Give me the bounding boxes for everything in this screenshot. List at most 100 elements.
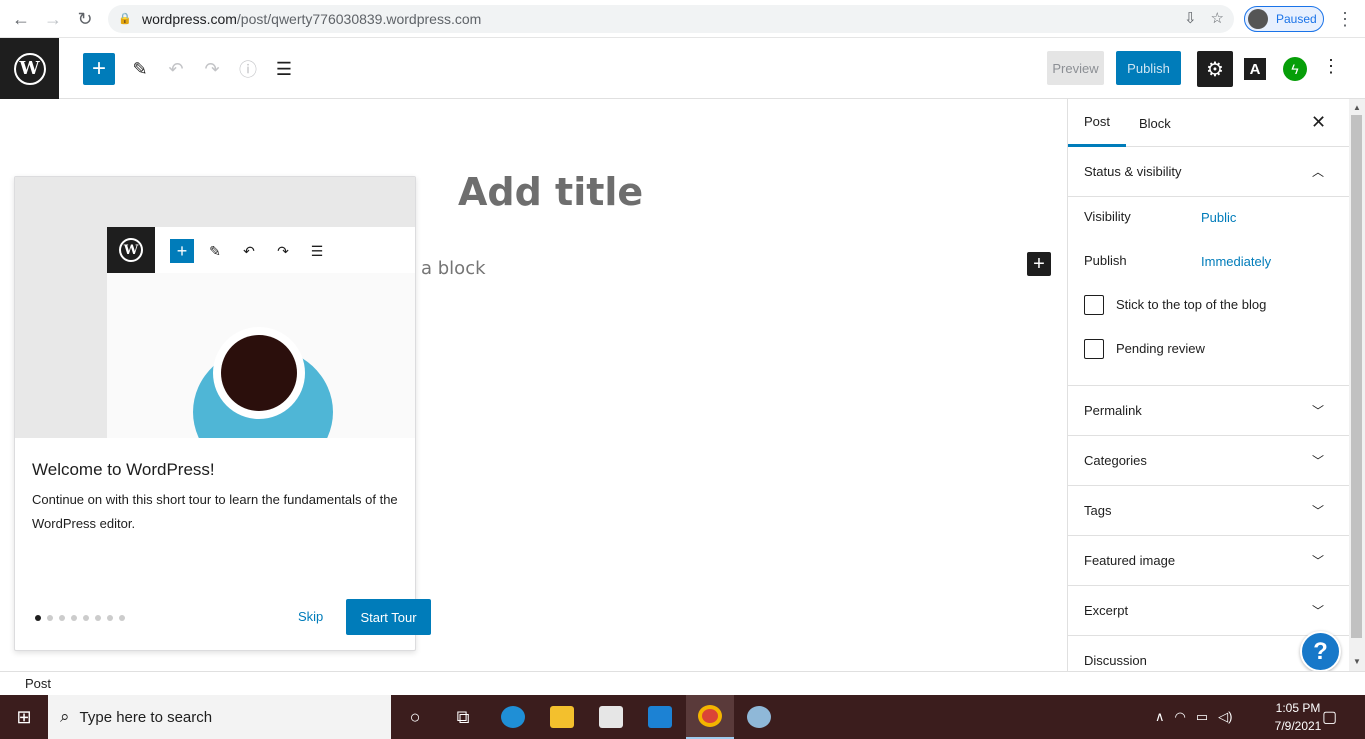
mockup-logo: W	[107, 227, 155, 273]
edge-icon[interactable]	[489, 695, 537, 739]
panel-status-visibility[interactable]: Status & visibility ︿	[1068, 147, 1349, 197]
tab-block[interactable]: Block	[1123, 99, 1187, 147]
info-icon[interactable]: ⓘ	[232, 53, 264, 85]
start-tour-button[interactable]: Start Tour	[346, 599, 431, 635]
browser-toolbar: ← → ↻ 🔒 wordpress.com/post/qwerty7760308…	[0, 0, 1365, 38]
editor-mockup: W + ✎ ↶ ↷ ☰	[107, 227, 415, 438]
close-sidebar-icon[interactable]: ✕	[1311, 112, 1326, 133]
publish-date-value[interactable]: Immediately	[1201, 254, 1271, 269]
chevron-down-icon: ﹀	[1312, 604, 1325, 618]
address-bar[interactable]: 🔒 wordpress.com/post/qwerty776030839.wor…	[108, 5, 1234, 33]
block-placeholder[interactable]: a block	[421, 258, 486, 279]
wordpress-logo-icon: W	[13, 52, 46, 85]
page-dot[interactable]	[107, 615, 113, 621]
page-dot[interactable]	[47, 615, 53, 621]
visibility-value[interactable]: Public	[1201, 210, 1236, 225]
task-view-icon[interactable]: ⧉	[439, 695, 487, 739]
panel-title: Permalink	[1084, 403, 1142, 418]
file-explorer-icon[interactable]	[538, 695, 586, 739]
page-dot[interactable]	[59, 615, 65, 621]
scroll-thumb[interactable]	[1351, 115, 1362, 638]
panel-title: Featured image	[1084, 553, 1176, 568]
battery-icon[interactable]: ▭	[1196, 709, 1208, 725]
chevron-up-icon[interactable]: ∧	[1155, 709, 1165, 725]
more-options-icon[interactable]: ⋮	[1322, 56, 1340, 77]
guide-pagination	[35, 615, 125, 621]
taskbar-search-input[interactable]: ⌕ Type here to search	[48, 695, 391, 739]
sticky-label: Stick to the top of the blog	[1116, 297, 1267, 312]
forward-icon[interactable]: →	[37, 3, 69, 35]
panel-title: Status & visibility	[1084, 164, 1182, 179]
chevron-down-icon: ﹀	[1312, 554, 1325, 568]
profile-status: Paused	[1276, 12, 1317, 26]
scroll-down-icon[interactable]: ▼	[1353, 657, 1361, 666]
mockup-undo-icon: ↶	[243, 242, 255, 259]
page-dot[interactable]	[119, 615, 125, 621]
store-icon[interactable]	[587, 695, 635, 739]
clock-time: 1:05 PM	[1275, 701, 1321, 715]
notifications-icon[interactable]: ▢	[1322, 707, 1337, 727]
chevron-down-icon: ﹀	[1312, 454, 1325, 468]
search-icon: ⌕	[60, 707, 70, 726]
tab-post[interactable]: Post	[1068, 99, 1127, 147]
mockup-redo-icon: ↷	[277, 242, 289, 259]
chrome-icon[interactable]	[686, 695, 734, 739]
panel-featured-image[interactable]: Featured image ﹀	[1068, 536, 1349, 586]
welcome-guide: W + ✎ ↶ ↷ ☰ Welcome to WordPress! Contin…	[14, 176, 431, 651]
preview-button[interactable]: Preview	[1047, 51, 1104, 85]
settings-sidebar: Post Block ✕ Status & visibility ︿ Visib…	[1067, 99, 1349, 671]
install-icon[interactable]: ⇩	[1184, 9, 1197, 27]
bookmark-star-icon[interactable]: ☆	[1211, 9, 1224, 27]
panel-title: Discussion	[1084, 653, 1147, 668]
windows-start-icon[interactable]: ⊞	[0, 695, 48, 739]
wordpress-logo-button[interactable]: W	[0, 38, 59, 99]
redo-icon[interactable]: ↷	[196, 53, 228, 85]
add-block-button[interactable]: +	[1027, 252, 1051, 276]
help-question-icon[interactable]: ?	[1300, 631, 1341, 672]
page-dot[interactable]	[71, 615, 77, 621]
pending-review-label: Pending review	[1116, 341, 1205, 356]
page-dot[interactable]	[95, 615, 101, 621]
reload-icon[interactable]: ↻	[69, 3, 101, 35]
lock-icon: 🔒	[118, 13, 132, 25]
breadcrumb-item[interactable]: Post	[25, 676, 51, 691]
mail-icon[interactable]	[636, 695, 684, 739]
panel-tags[interactable]: Tags ﹀	[1068, 486, 1349, 536]
mockup-pencil-icon: ✎	[209, 242, 221, 259]
taskbar-clock[interactable]: 1:05 PM 7/9/2021	[1270, 699, 1326, 735]
panel-title: Categories	[1084, 453, 1147, 468]
panel-permalink[interactable]: Permalink ﹀	[1068, 386, 1349, 436]
skip-button[interactable]: Skip	[298, 609, 323, 624]
sidebar-tabs: Post Block ✕	[1068, 99, 1349, 147]
sticky-checkbox[interactable]	[1084, 295, 1104, 315]
cortana-icon[interactable]: ○	[391, 695, 439, 739]
clock-date: 7/9/2021	[1274, 719, 1322, 733]
mockup-list-icon: ☰	[310, 242, 324, 259]
page-dot[interactable]	[35, 615, 41, 621]
undo-icon[interactable]: ↶	[160, 53, 192, 85]
back-icon[interactable]: ←	[5, 3, 37, 35]
block-inserter-button[interactable]: +	[83, 53, 115, 85]
panel-categories[interactable]: Categories ﹀	[1068, 436, 1349, 486]
panel-excerpt[interactable]: Excerpt ﹀	[1068, 586, 1349, 636]
volume-icon[interactable]: ◁)	[1218, 709, 1232, 725]
pending-review-checkbox[interactable]	[1084, 339, 1104, 359]
list-view-icon[interactable]: ☰	[268, 53, 300, 85]
paint-icon[interactable]	[735, 695, 783, 739]
page-dot[interactable]	[83, 615, 89, 621]
os-taskbar: ⊞ ⌕ Type here to search ○ ⧉ ∧ ◠ ▭ ◁) 1:0…	[0, 695, 1365, 739]
jetpack-bolt-icon[interactable]: ϟ	[1283, 57, 1307, 81]
typography-a-button[interactable]: A	[1244, 58, 1266, 80]
network-icon[interactable]: ◠	[1175, 709, 1186, 725]
panel-title: Excerpt	[1084, 603, 1129, 618]
profile-button[interactable]: Paused	[1244, 6, 1324, 32]
sidebar-scrollbar[interactable]: ▲ ▼	[1349, 99, 1365, 671]
browser-menu-icon[interactable]: ⋮	[1336, 9, 1354, 30]
status-panel-body: Visibility Public Publish Immediately St…	[1068, 196, 1349, 386]
chevron-up-icon: ︿	[1312, 165, 1325, 179]
tools-pencil-icon[interactable]: ✎	[124, 53, 156, 85]
publish-button[interactable]: Publish	[1116, 51, 1181, 85]
post-title-input[interactable]: Add title	[458, 170, 643, 214]
settings-gear-icon[interactable]: ⚙	[1197, 51, 1233, 87]
scroll-up-icon[interactable]: ▲	[1353, 103, 1361, 112]
